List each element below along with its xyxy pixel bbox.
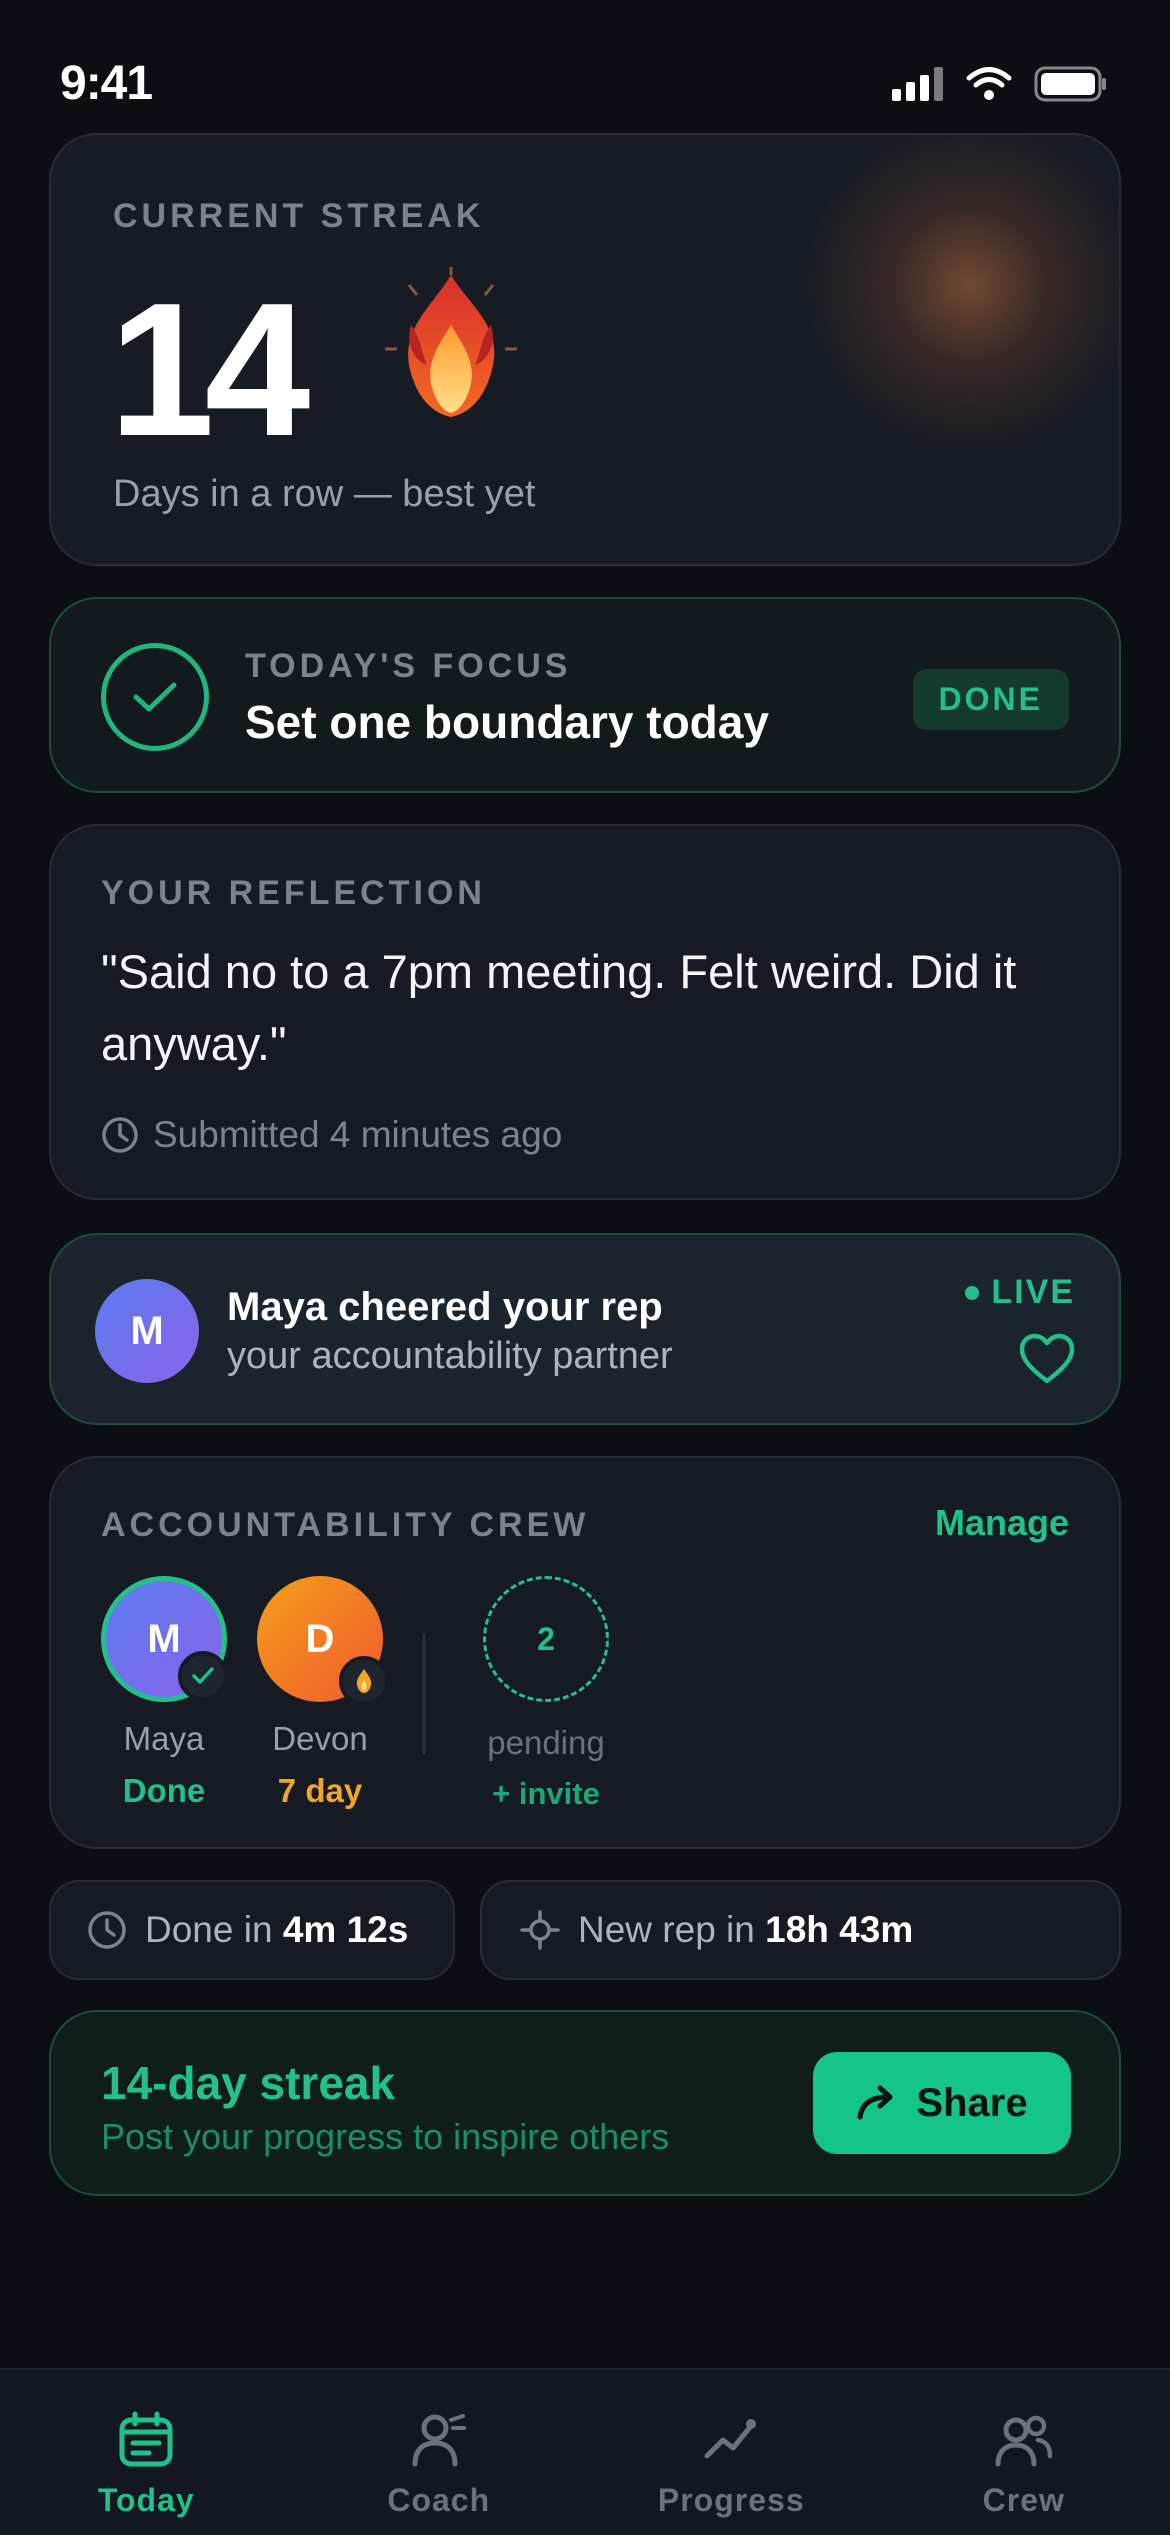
share-button-label: Share [916, 2080, 1028, 2125]
crew-member-state: Done [122, 1772, 206, 1809]
cellular-signal-icon [892, 67, 943, 101]
calendar-icon [119, 2411, 173, 2467]
focus-eyebrow: TODAY'S FOCUS [245, 647, 572, 685]
status-badge: DONE [912, 669, 1069, 730]
status-bar: 9:41 [0, 0, 1170, 130]
streak-glow [789, 135, 1119, 465]
streak-subtitle: Days in a row — best yet [113, 473, 536, 515]
next-rep-value: 18h 43m [765, 1909, 914, 1950]
flame-icon [385, 267, 517, 417]
done-timer-prefix: Done in [145, 1909, 273, 1950]
share-button[interactable]: Share [813, 2052, 1071, 2154]
people-icon [995, 2415, 1052, 2467]
cheer-back-button[interactable] [1019, 1333, 1075, 1390]
crew-card: ACCOUNTABILITY CREW Manage M Maya Done D [49, 1456, 1121, 1849]
reflection-eyebrow: YOUR REFLECTION [101, 874, 486, 912]
clock-icon [88, 1911, 126, 1949]
crew-member-maya[interactable]: M Maya Done [89, 1576, 239, 1810]
share-arrow-icon [857, 2085, 893, 2120]
avatar: M [101, 1576, 228, 1702]
avatar-initial: M [147, 1616, 181, 1661]
focus-title: Set one boundary today [245, 696, 769, 748]
reflection-text: "Said no to a 7pm meeting. Felt weird. D… [101, 945, 1017, 1070]
cheer-title: Maya cheered your rep [227, 1285, 663, 1329]
focus-card[interactable]: TODAY'S FOCUS Set one boundary today DON… [49, 597, 1121, 793]
chart-line-icon [704, 2419, 757, 2459]
wifi-icon [966, 67, 1012, 100]
next-rep-text: New rep in 18h 43m [578, 1909, 913, 1951]
tab-label: Progress [657, 2482, 805, 2518]
done-timer-text: Done in 4m 12s [145, 1909, 408, 1951]
next-rep-timer: New rep in 18h 43m [480, 1880, 1121, 1980]
tab-label: Crew [982, 2482, 1065, 2518]
battery-icon [1034, 66, 1106, 102]
crew-member-devon[interactable]: D Devon 7 day [245, 1576, 395, 1810]
tab-label: Today [97, 2482, 195, 2518]
live-badge: LIVE [965, 1273, 1075, 1312]
reflection-card[interactable]: YOUR REFLECTION "Said no to a 7pm meetin… [49, 824, 1121, 1200]
share-subtitle: Post your progress to inspire others [101, 2116, 670, 2157]
crew-member-name: Devon [272, 1720, 368, 1757]
invite-link[interactable]: + invite [461, 1776, 631, 1812]
heart-icon [1019, 1333, 1075, 1384]
done-timer: Done in 4m 12s [49, 1880, 455, 1980]
streak-badge [339, 1656, 389, 1706]
status-icons [892, 66, 1108, 102]
tab-progress[interactable]: Progress [585, 2370, 878, 2535]
tab-crew[interactable]: Crew [878, 2370, 1170, 2535]
streak-label: CURRENT STREAK [113, 197, 485, 235]
crew-eyebrow: ACCOUNTABILITY CREW [101, 1506, 590, 1544]
reflection-meta: Submitted 4 minutes ago [101, 1114, 562, 1156]
coach-icon [412, 2414, 466, 2467]
streak-card: CURRENT STREAK 14 Days in a row — best y… [49, 133, 1121, 566]
done-badge [178, 1651, 228, 1701]
next-rep-prefix: New rep in [578, 1909, 755, 1950]
pending-count: 2 [483, 1576, 609, 1702]
pending-label: pending [487, 1724, 605, 1761]
focus-complete-check[interactable] [101, 643, 209, 751]
tab-coach[interactable]: Coach [293, 2370, 586, 2535]
cheer-card[interactable]: M Maya cheered your rep your accountabil… [49, 1233, 1121, 1425]
done-timer-value: 4m 12s [282, 1909, 409, 1950]
check-icon [192, 1667, 214, 1684]
cheer-subtitle: your accountability partner [227, 1335, 673, 1377]
status-time: 9:41 [60, 57, 153, 110]
crosshair-icon [520, 1910, 560, 1950]
streak-count: 14 [109, 264, 310, 476]
crew-member-name: Maya [123, 1720, 205, 1757]
flame-icon [356, 1669, 372, 1693]
tab-bar: Today Coach Progress Crew [0, 2368, 1170, 2535]
reflection-timestamp: Submitted 4 minutes ago [153, 1114, 563, 1155]
crew-member-state: 7 day [277, 1772, 363, 1809]
avatar: D [257, 1576, 389, 1706]
check-icon [133, 682, 177, 712]
share-card: 14-day streak Post your progress to insp… [49, 2010, 1121, 2196]
tab-label: Coach [387, 2482, 491, 2518]
avatar-initial: D [305, 1616, 335, 1661]
clock-icon [102, 1117, 138, 1153]
pending-invites[interactable]: 2 pending + invite [461, 1576, 631, 1812]
avatar: M [95, 1279, 199, 1383]
manage-crew-link[interactable]: Manage [935, 1502, 1069, 1544]
today-screen: 9:41 CURRENT STREAK 14 Days in a row — b… [0, 0, 1170, 2535]
share-title: 14-day streak [101, 2057, 396, 2109]
crew-divider [423, 1634, 425, 1754]
live-label: LIVE [991, 1273, 1075, 1311]
tab-today[interactable]: Today [0, 2370, 293, 2535]
live-dot-icon [965, 1285, 980, 1300]
